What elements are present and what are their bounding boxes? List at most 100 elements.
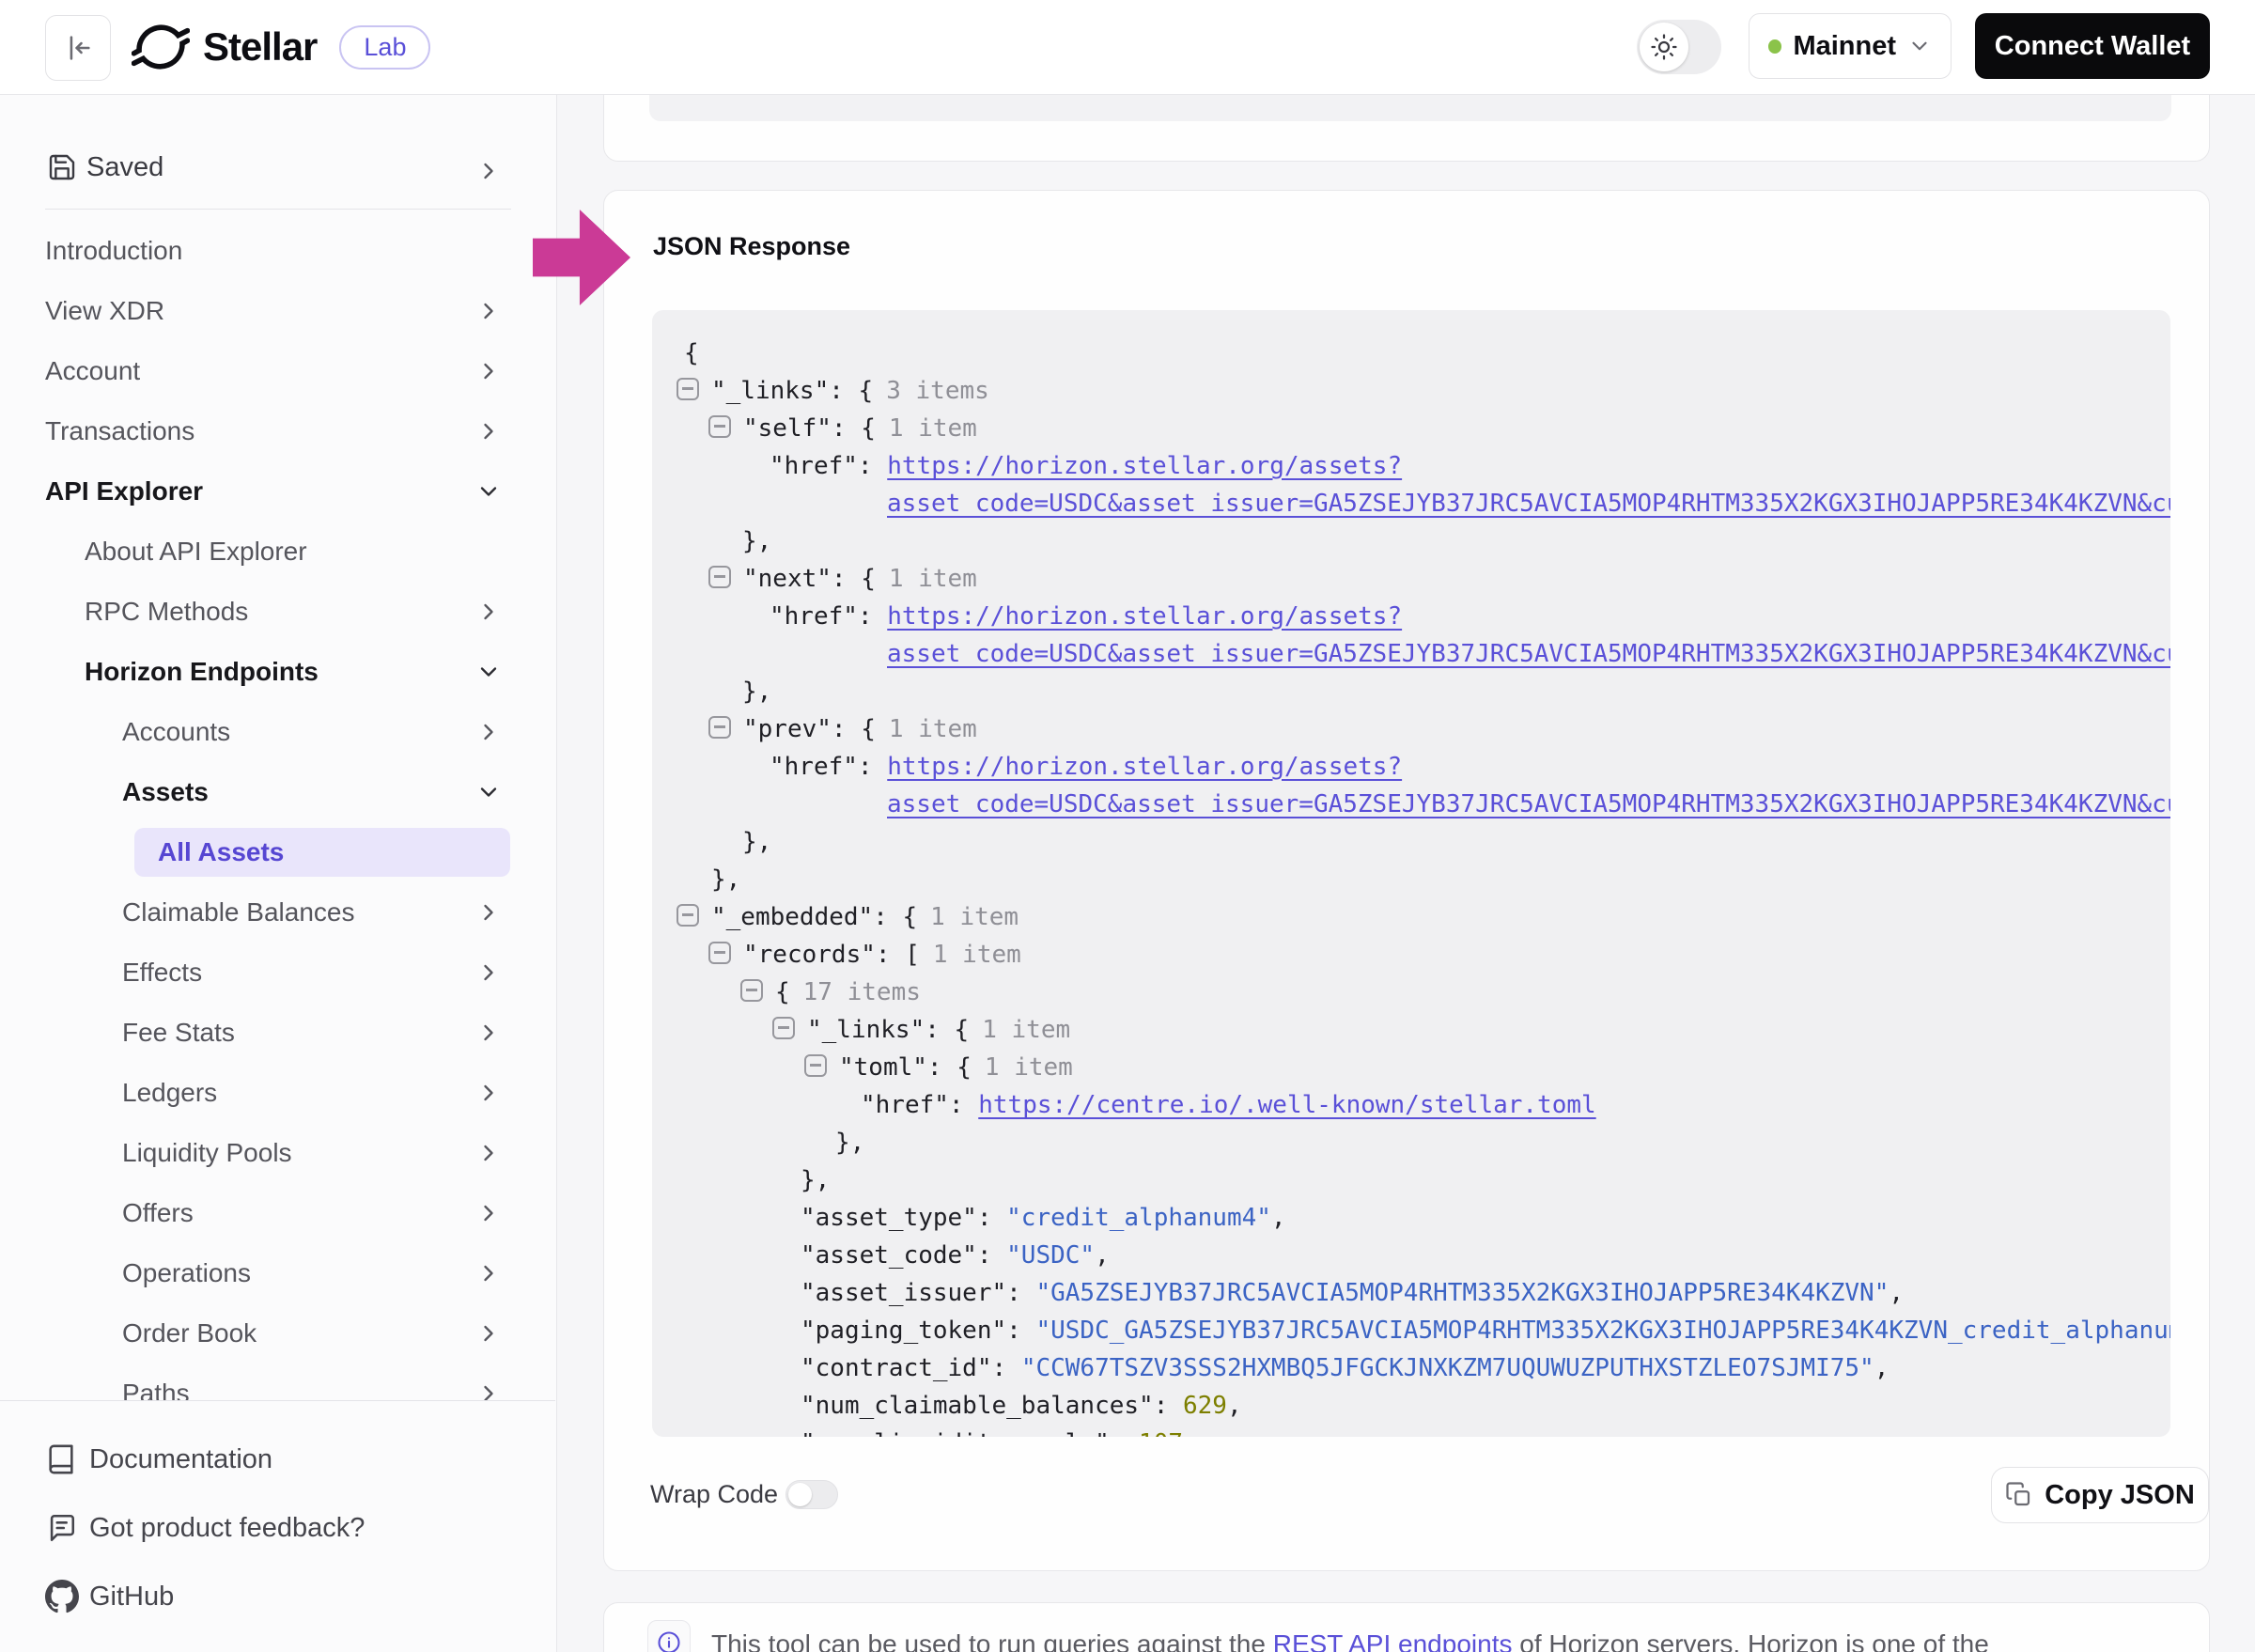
lab-badge: Lab [339,25,430,70]
json-token: "href" [861,1091,949,1119]
sidebar-item-saved[interactable]: Saved [0,141,556,194]
collapse-node-icon[interactable] [708,942,731,964]
collapse-node-icon[interactable] [708,566,731,588]
chevron-right-icon [475,1320,502,1347]
sidebar-item-horizon-endpoints[interactable]: Horizon Endpoints [0,642,556,702]
rest-api-endpoints-link[interactable]: REST API endpoints [1273,1629,1513,1652]
sidebar-item-api-explorer[interactable]: API Explorer [0,461,556,522]
sidebar-item-introduction[interactable]: Introduction [0,221,556,281]
item-count: 1 item [982,1016,1070,1044]
collapse-node-icon[interactable] [708,415,731,438]
wrap-code-toggle[interactable] [785,1480,838,1509]
sidebar-item-claimable-balances[interactable]: Claimable Balances [0,882,556,943]
connect-wallet-button[interactable]: Connect Wallet [1975,13,2210,79]
json-token: "USDC" [1006,1241,1095,1270]
json-token: : { [829,377,873,405]
json-line: asset_code=USDC&asset_issuer=GA5ZSEJYB37… [652,485,2170,522]
collapse-node-icon[interactable] [804,1054,827,1077]
chevron-right-icon [475,719,502,745]
copy-json-button[interactable]: Copy JSON [1991,1467,2209,1523]
sidebar: Saved Introduction View XDR AccountTransac… [0,94,557,1652]
chevron-right-icon [475,1080,502,1106]
info-icon-tile [647,1620,691,1652]
json-token: }, [742,527,771,555]
collapse-node-icon[interactable] [772,1017,795,1039]
json-token: , [1889,1279,1904,1307]
json-link[interactable]: asset_code=USDC&asset_issuer=GA5ZSEJYB37… [887,640,2170,668]
json-token: : { [832,565,876,593]
sidebar-item-github[interactable]: GitHub [0,1568,556,1625]
sidebar-item-transactions[interactable]: Transactions [0,401,556,461]
json-token: "num_claimable_balances" [801,1392,1154,1420]
json-token: "prev" [743,715,832,743]
nav-item-label: Assets [122,777,209,807]
sidebar-item-about-api-explorer[interactable]: About API Explorer [0,522,556,582]
collapse-node-icon[interactable] [708,716,731,739]
request-code-fragment [649,94,2171,121]
sidebar-item-documentation[interactable]: Documentation [0,1431,556,1488]
item-count: 3 items [886,377,989,405]
json-code-block[interactable]: {"_links": {3 items"self": {1 item"href"… [652,310,2170,1437]
nav-item-label: Claimable Balances [122,897,354,927]
sidebar-item-operations[interactable]: Operations [0,1243,556,1303]
sidebar-item-ledgers[interactable]: Ledgers [0,1063,556,1123]
json-link[interactable]: https://centre.io/.well-known/stellar.to… [978,1091,1595,1119]
sidebar-item-rpc-methods[interactable]: RPC Methods [0,582,556,642]
sidebar-item-effects[interactable]: Effects [0,943,556,1003]
sidebar-item-liquidity-pools[interactable]: Liquidity Pools [0,1123,556,1183]
json-token: : [1006,1317,1035,1345]
json-token: "num_liquidity_pools" [801,1429,1110,1437]
json-line: "_embedded": {1 item [652,898,2170,936]
collapse-node-icon[interactable] [676,904,699,927]
sidebar-item-view-xdr[interactable]: View XDR [0,281,556,341]
save-icon [47,152,77,182]
sidebar-item-offers[interactable]: Offers [0,1183,556,1243]
json-link[interactable]: https://horizon.stellar.org/assets? [887,602,1402,631]
network-selector[interactable]: Mainnet [1749,13,1952,79]
json-line: "asset_issuer": "GA5ZSEJYB37JRC5AVCIA5MO… [652,1274,2170,1312]
code-footer-row: Wrap Code Copy JSON [650,1467,2163,1525]
theme-toggle[interactable] [1637,20,1721,74]
nav-item-label: RPC Methods [85,597,248,627]
collapse-node-icon[interactable] [740,979,763,1002]
info-text-before: This tool can be used to run queries aga… [711,1629,1273,1652]
sidebar-item-order-book[interactable]: Order Book [0,1303,556,1364]
nav-item-label: View XDR [45,296,164,326]
sidebar-item-assets[interactable]: Assets [0,762,556,822]
wrap-code-label: Wrap Code [650,1480,778,1509]
brand-logo[interactable]: Stellar Lab [132,0,430,94]
json-line: }, [652,522,2170,560]
sidebar-item-fee-stats[interactable]: Fee Stats [0,1003,556,1063]
json-token: 629 [1183,1392,1227,1420]
top-header: Stellar Lab Mainnet Connect Wallet [0,0,2255,95]
json-link[interactable]: https://horizon.stellar.org/assets? [887,753,1402,781]
json-token: "asset_code" [801,1241,977,1270]
chevron-right-icon [475,298,502,324]
sidebar-item-feedback[interactable]: Got product feedback? [0,1500,556,1556]
item-count: 17 items [803,978,921,1006]
sidebar-item-account[interactable]: Account [0,341,556,401]
json-token: }, [742,828,771,856]
json-token: : [858,452,887,480]
json-link[interactable]: asset_code=USDC&asset_issuer=GA5ZSEJYB37… [887,490,2170,518]
json-token: "contract_id" [801,1354,992,1382]
json-line: }, [652,823,2170,861]
collapse-left-icon [62,32,94,64]
sidebar-item-all-assets[interactable]: All Assets [0,822,556,882]
json-link[interactable]: asset_code=USDC&asset_issuer=GA5ZSEJYB37… [887,790,2170,818]
json-token: : [858,753,887,781]
json-token: }, [835,1129,864,1157]
collapse-node-icon[interactable] [676,378,699,400]
json-line: "paging_token": "USDC_GA5ZSEJYB37JRC5AVC… [652,1312,2170,1349]
json-link[interactable]: https://horizon.stellar.org/assets? [887,452,1402,480]
nav-item-label: Liquidity Pools [122,1138,292,1168]
json-token: "_embedded" [711,903,873,931]
json-token: "href" [770,452,858,480]
json-token: : [949,1091,978,1119]
json-token: "GA5ZSEJYB37JRC5AVCIA5MOP4RHTM335X2KGX3I… [1035,1279,1889,1307]
network-label: Mainnet [1793,31,1896,62]
sidebar-item-accounts[interactable]: Accounts [0,702,556,762]
info-bar-card: This tool can be used to run queries aga… [603,1602,2210,1652]
collapse-sidebar-button[interactable] [45,15,111,81]
json-token: }, [742,678,771,706]
